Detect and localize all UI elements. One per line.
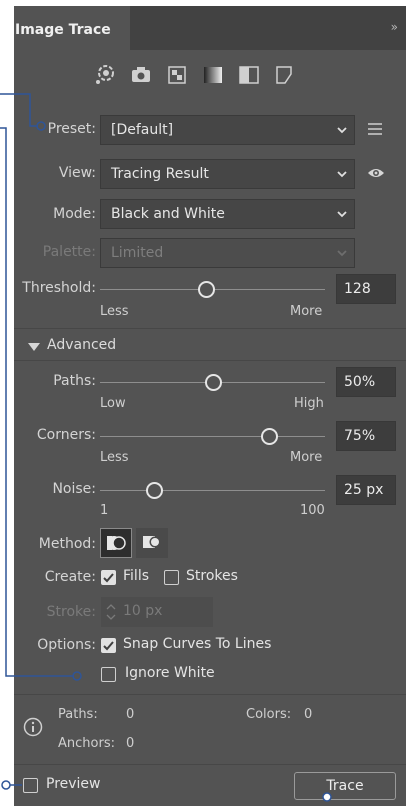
info-anchors-value: 0 bbox=[126, 736, 135, 751]
view-value: Tracing Result bbox=[111, 166, 209, 182]
preset-value: [Default] bbox=[111, 122, 174, 138]
create-label: Create: bbox=[44, 569, 96, 585]
paths-input[interactable]: 50% bbox=[336, 367, 396, 397]
noise-slider-track[interactable] bbox=[100, 490, 325, 491]
image-trace-panel: Image Trace » Preset: [Default] View: Tr… bbox=[14, 6, 406, 806]
divider bbox=[14, 694, 406, 695]
corners-input[interactable]: 75% bbox=[336, 421, 396, 451]
paths-label: Paths: bbox=[53, 373, 96, 389]
paths-min-label: Low bbox=[100, 396, 126, 411]
outline-preset-icon[interactable] bbox=[272, 62, 298, 88]
noise-min-label: 1 bbox=[100, 503, 109, 518]
ignore-white-label: Ignore White bbox=[125, 665, 215, 681]
stroke-value: 10 px bbox=[123, 603, 163, 619]
paths-slider-thumb[interactable] bbox=[204, 374, 222, 391]
snap-curves-checkbox[interactable] bbox=[101, 638, 116, 653]
divider bbox=[14, 328, 406, 329]
corners-label: Corners: bbox=[36, 427, 96, 443]
method-label: Method: bbox=[38, 536, 96, 552]
noise-slider-thumb[interactable] bbox=[146, 482, 163, 499]
palette-label: Palette: bbox=[42, 244, 96, 260]
corners-max-label: More bbox=[290, 450, 323, 465]
chevron-down-icon bbox=[337, 211, 347, 218]
eye-icon[interactable] bbox=[366, 164, 386, 186]
checkmark-icon bbox=[103, 641, 114, 651]
preview-checkbox[interactable] bbox=[23, 778, 38, 793]
stroke-label: Stroke: bbox=[46, 604, 96, 620]
noise-label: Noise: bbox=[52, 481, 96, 497]
mode-value: Black and White bbox=[111, 206, 225, 222]
chevron-down-icon bbox=[337, 127, 347, 134]
strokes-checkbox[interactable] bbox=[164, 570, 179, 585]
corners-min-label: Less bbox=[100, 450, 129, 465]
threshold-max-label: More bbox=[290, 304, 323, 319]
palette-value: Limited bbox=[111, 245, 164, 261]
divider bbox=[14, 360, 406, 361]
noise-input[interactable]: 25 px bbox=[336, 475, 396, 505]
chevron-down-icon bbox=[337, 171, 347, 178]
options-label: Options: bbox=[37, 637, 96, 653]
corners-slider-track[interactable] bbox=[100, 436, 325, 437]
low-color-preset-icon[interactable] bbox=[164, 62, 190, 88]
panel-tab-bar: Image Trace » bbox=[14, 6, 406, 50]
overlapping-method-button[interactable] bbox=[136, 528, 168, 558]
ignore-white-checkbox[interactable] bbox=[101, 667, 116, 682]
view-label: View: bbox=[58, 165, 96, 181]
panel-tab-image-trace[interactable]: Image Trace bbox=[14, 6, 130, 50]
paths-max-label: High bbox=[294, 396, 324, 411]
preset-dropdown[interactable]: [Default] bbox=[100, 115, 355, 145]
palette-dropdown: Limited bbox=[100, 238, 355, 268]
abutting-method-button[interactable] bbox=[100, 528, 132, 558]
auto-color-preset-icon[interactable] bbox=[92, 62, 118, 88]
preview-label: Preview bbox=[46, 776, 101, 792]
trace-button[interactable]: Trace bbox=[294, 772, 396, 800]
collapse-panel-icon[interactable]: » bbox=[391, 20, 398, 34]
info-colors-label: Colors: bbox=[246, 707, 292, 722]
preview-callout-dot bbox=[1, 780, 11, 790]
high-color-photo-preset-icon[interactable] bbox=[128, 62, 154, 88]
threshold-min-label: Less bbox=[100, 304, 129, 319]
advanced-label: Advanced bbox=[47, 337, 117, 353]
fills-label: Fills bbox=[123, 568, 149, 584]
black-and-white-preset-icon[interactable] bbox=[236, 62, 262, 88]
threshold-input[interactable]: 128 bbox=[336, 274, 396, 304]
snap-curves-label: Snap Curves To Lines bbox=[123, 636, 272, 652]
divider bbox=[14, 764, 406, 765]
threshold-label: Threshold: bbox=[22, 280, 96, 296]
stroke-stepper: 10 px bbox=[101, 597, 213, 627]
preset-label: Preset: bbox=[47, 121, 96, 137]
info-paths-label: Paths: bbox=[58, 707, 98, 722]
view-dropdown[interactable]: Tracing Result bbox=[100, 159, 355, 189]
triangle-down-icon bbox=[28, 343, 40, 351]
fills-checkbox[interactable] bbox=[101, 570, 116, 585]
stepper-arrows-icon bbox=[106, 604, 116, 620]
mode-dropdown[interactable]: Black and White bbox=[100, 199, 355, 229]
strokes-label: Strokes bbox=[186, 568, 238, 584]
mode-label: Mode: bbox=[53, 206, 96, 222]
info-colors-value: 0 bbox=[304, 707, 313, 722]
grayscale-preset-icon[interactable] bbox=[200, 62, 226, 88]
chevron-down-icon bbox=[337, 250, 347, 257]
preset-options-menu-icon[interactable] bbox=[366, 120, 384, 142]
threshold-slider-thumb[interactable] bbox=[197, 281, 215, 298]
info-icon bbox=[23, 717, 43, 741]
checkmark-icon bbox=[103, 573, 114, 583]
noise-max-label: 100 bbox=[300, 503, 325, 518]
corners-slider-thumb[interactable] bbox=[260, 428, 278, 445]
info-anchors-label: Anchors: bbox=[58, 736, 115, 751]
info-paths-value: 0 bbox=[126, 707, 135, 722]
